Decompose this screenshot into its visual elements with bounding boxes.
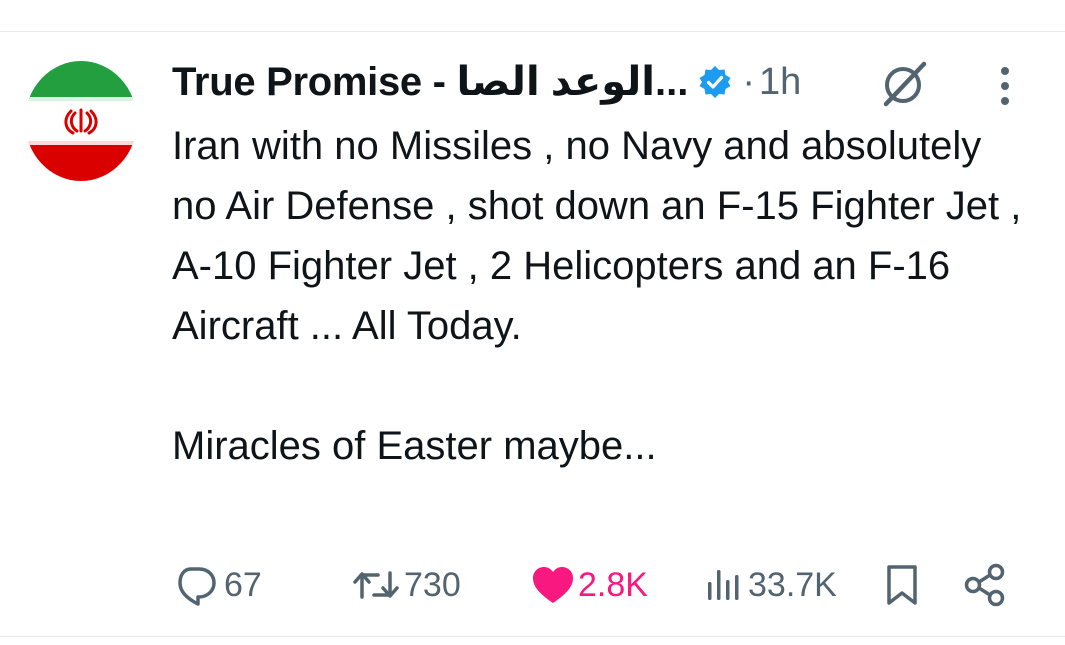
views-button[interactable]: 33.7K (704, 556, 837, 614)
repost-icon (350, 563, 402, 607)
bottom-divider (0, 636, 1065, 637)
repost-count: 730 (404, 565, 461, 604)
bookmark-button[interactable] (882, 556, 922, 614)
action-bar: 67 730 2.8K 33.7K (0, 556, 1065, 614)
iran-flag-avatar-icon (25, 61, 137, 181)
heart-icon (530, 564, 576, 606)
display-name[interactable]: True Promise - الوعد الصا... (172, 59, 689, 105)
avatar[interactable] (25, 61, 137, 181)
repost-button[interactable]: 730 (350, 556, 461, 614)
like-button[interactable]: 2.8K (530, 556, 648, 614)
bookmark-icon (882, 562, 922, 608)
tweet-text: Iran with no Missiles , no Navy and abso… (172, 116, 1032, 476)
timestamp[interactable]: 1h (759, 61, 801, 104)
tweet-paragraph: Iran with no Missiles , no Navy and abso… (172, 124, 1022, 348)
views-count: 33.7K (748, 565, 837, 604)
reply-button[interactable]: 67 (172, 556, 262, 614)
top-divider (0, 31, 1065, 32)
like-count: 2.8K (578, 565, 648, 604)
reply-icon (172, 563, 222, 607)
verified-badge-icon (698, 65, 732, 99)
views-icon (704, 564, 746, 606)
tweet-header: True Promise - الوعد الصا... · 1h (172, 56, 801, 108)
tweet-paragraph: Miracles of Easter maybe... (172, 424, 657, 468)
more-vertical-icon[interactable] (990, 62, 1020, 110)
share-icon (962, 562, 1008, 608)
reply-count: 67 (224, 565, 262, 604)
grok-icon[interactable] (878, 58, 930, 110)
header-separator: · (742, 60, 756, 103)
share-button[interactable] (962, 556, 1008, 614)
